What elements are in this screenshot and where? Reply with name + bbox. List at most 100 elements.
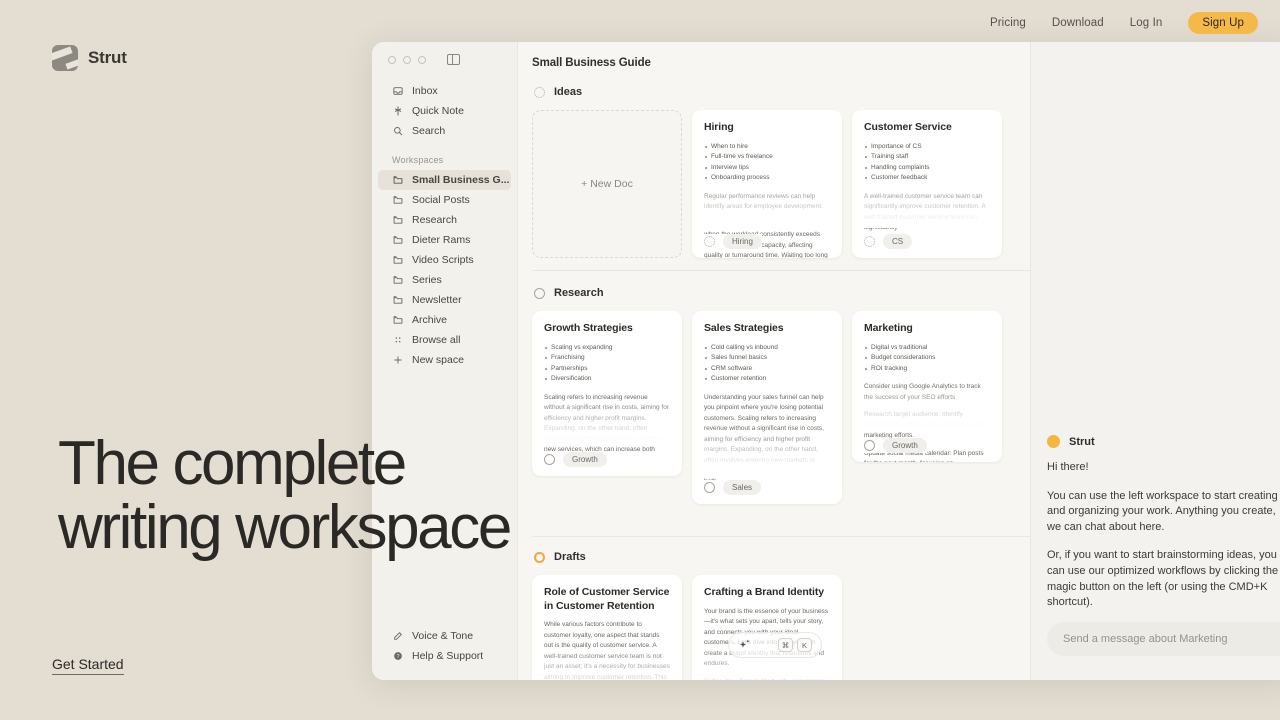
page-root: Pricing Download Log In Sign Up Strut In… bbox=[0, 0, 1280, 720]
card-title: Crafting a Brand Identity bbox=[704, 586, 825, 598]
card-paragraph: Understanding your sales funnel can help… bbox=[704, 393, 824, 485]
search-icon bbox=[392, 126, 404, 136]
new-doc-button[interactable]: + New Doc bbox=[532, 110, 682, 258]
sidebar-item-small-business-guide[interactable]: Small Business G... bbox=[378, 170, 511, 190]
circle-icon bbox=[534, 287, 545, 299]
chat-paragraph: You can use the left workspace to start … bbox=[1047, 489, 1278, 533]
top-navigation: Pricing Download Log In Sign Up bbox=[0, 0, 1280, 45]
card-paragraph: A well-trained customer service team can… bbox=[864, 192, 986, 232]
key-cmd[interactable]: ⌘ bbox=[778, 638, 793, 652]
sidebar-item-social-posts[interactable]: Social Posts bbox=[378, 190, 511, 210]
card-tag[interactable]: Growth bbox=[563, 452, 607, 467]
card-paragraph: Consider using Google Analytics to track… bbox=[864, 383, 981, 401]
sidebar-item-label: Help & Support bbox=[412, 650, 484, 662]
list-item: Digital vs traditional bbox=[864, 343, 990, 354]
nav-link-download[interactable]: Download bbox=[1052, 17, 1104, 29]
chat-message-header: Strut bbox=[1047, 435, 1280, 448]
list-item: Onboarding process bbox=[704, 173, 830, 184]
chat-message: Strut Hi there! You can use the left wor… bbox=[1047, 435, 1280, 624]
magic-command-bar[interactable]: ⌘ K bbox=[728, 632, 822, 658]
svg-text:?: ? bbox=[396, 654, 399, 660]
card-footer: Sales bbox=[704, 480, 762, 495]
chat-message-body: Hi there! You can use the left workspace… bbox=[1047, 460, 1280, 611]
window-maximize-icon[interactable] bbox=[418, 55, 426, 64]
list-item: Importance of CS bbox=[864, 142, 990, 153]
card-title: Hiring bbox=[704, 121, 734, 133]
card-footer: Growth bbox=[864, 438, 927, 453]
hero-heading: The complete writing workspace bbox=[58, 429, 512, 563]
circle-icon[interactable] bbox=[864, 440, 875, 451]
card-paragraph: Regular performance reviews can help ide… bbox=[704, 192, 823, 211]
sidebar-item-dieter-rams[interactable]: Dieter Rams bbox=[378, 230, 511, 250]
card-title: Marketing bbox=[864, 322, 913, 334]
nav-link-pricing[interactable]: Pricing bbox=[990, 17, 1026, 29]
folder-icon bbox=[392, 175, 404, 185]
card-tag[interactable]: Sales bbox=[723, 480, 762, 495]
doc-card-sales-strategies[interactable]: Sales Strategies Cold calling vs inbound… bbox=[692, 311, 842, 504]
sidebar-item-label: Quick Note bbox=[412, 105, 464, 117]
list-item: Customer retention bbox=[704, 374, 830, 385]
circle-icon[interactable] bbox=[544, 454, 555, 465]
chat-paragraph: Hi there! bbox=[1047, 461, 1089, 473]
sparkle-icon[interactable] bbox=[738, 638, 752, 652]
card-title: Sales Strategies bbox=[704, 322, 784, 334]
list-item: Scaling vs expanding bbox=[544, 343, 670, 354]
brand-logo-group[interactable]: Strut bbox=[52, 45, 127, 71]
window-minimize-icon[interactable] bbox=[403, 55, 411, 64]
sidebar-item-help-support[interactable]: ? Help & Support bbox=[378, 646, 511, 666]
list-item: CRM software bbox=[704, 364, 830, 375]
doc-card-crafting-brand-identity[interactable]: Crafting a Brand Identity Your brand is … bbox=[692, 575, 842, 680]
card-tag[interactable]: Hiring bbox=[723, 234, 762, 249]
sidebar-item-video-scripts[interactable]: Video Scripts bbox=[378, 250, 511, 270]
amber-circle-icon bbox=[534, 551, 545, 563]
dotted-circle-icon[interactable] bbox=[704, 236, 715, 247]
doc-card-hiring[interactable]: Hiring When to hire Full-time vs freelan… bbox=[692, 110, 842, 258]
key-k[interactable]: K bbox=[797, 638, 812, 652]
sidebar-item-newsletter[interactable]: Newsletter bbox=[378, 290, 511, 310]
doc-card-marketing[interactable]: Marketing Digital vs traditional Budget … bbox=[852, 311, 1002, 462]
doc-card-role-of-customer-service[interactable]: Role of Customer Service in Customer Ret… bbox=[532, 575, 682, 680]
sidebar-item-new-space[interactable]: New space bbox=[378, 350, 511, 370]
list-item: Franchising bbox=[544, 353, 670, 364]
sidebar-item-archive[interactable]: Archive bbox=[378, 310, 511, 330]
card-tag[interactable]: Growth bbox=[883, 438, 927, 453]
sidebar-footer: Voice & Tone ? Help & Support bbox=[372, 626, 517, 680]
list-item: Diversification bbox=[544, 374, 670, 385]
sidebar-item-inbox[interactable]: Inbox bbox=[378, 81, 511, 101]
dotted-circle-icon[interactable] bbox=[864, 236, 875, 247]
sidebar-item-browse-all[interactable]: Browse all bbox=[378, 330, 511, 350]
folder-icon bbox=[392, 315, 404, 325]
plus-icon bbox=[392, 355, 404, 365]
card-title: Growth Strategies bbox=[544, 322, 633, 334]
sidebar-item-quick-note[interactable]: Quick Note bbox=[378, 101, 511, 121]
bolt-icon bbox=[392, 106, 404, 116]
window-close-icon[interactable] bbox=[388, 55, 396, 64]
sidebar-item-label: Social Posts bbox=[412, 194, 470, 206]
chat-input[interactable]: Send a message about Marketing bbox=[1047, 622, 1280, 656]
chat-paragraph: Or, if you want to start brainstorming i… bbox=[1047, 549, 1279, 609]
list-item: Training staff bbox=[864, 152, 990, 163]
card-bullets: Scaling vs expanding Franchising Partner… bbox=[544, 343, 670, 385]
doc-card-growth-strategies[interactable]: Growth Strategies Scaling vs expanding F… bbox=[532, 311, 682, 476]
sidebar-item-label: Dieter Rams bbox=[412, 234, 471, 246]
sidebar-item-series[interactable]: Series bbox=[378, 270, 511, 290]
sidebar-item-voice-tone[interactable]: Voice & Tone bbox=[378, 626, 511, 646]
card-footer: Growth bbox=[544, 452, 607, 467]
sidebar-item-search[interactable]: Search bbox=[378, 121, 511, 141]
card-title: Customer Service bbox=[864, 121, 952, 133]
card-paragraph: Define Your Brand: Start with your missi… bbox=[704, 677, 830, 680]
circle-icon[interactable] bbox=[704, 482, 715, 493]
help-circle-icon: ? bbox=[392, 651, 404, 661]
sidebar-item-research[interactable]: Research bbox=[378, 210, 511, 230]
card-bullets: Digital vs traditional Budget considerat… bbox=[864, 343, 990, 375]
folder-icon bbox=[392, 255, 404, 265]
doc-card-customer-service[interactable]: Customer Service Importance of CS Traini… bbox=[852, 110, 1002, 258]
sidebar-toggle-icon[interactable] bbox=[447, 54, 460, 65]
nav-link-login[interactable]: Log In bbox=[1130, 17, 1163, 29]
list-item: Interview tips bbox=[704, 163, 830, 174]
card-bullets: When to hire Full-time vs freelance Inte… bbox=[704, 142, 830, 184]
card-tag[interactable]: CS bbox=[883, 234, 913, 249]
get-started-link[interactable]: Get Started bbox=[52, 656, 124, 675]
sign-up-button[interactable]: Sign Up bbox=[1188, 11, 1258, 34]
hero-section: The complete writing workspace bbox=[58, 429, 512, 563]
